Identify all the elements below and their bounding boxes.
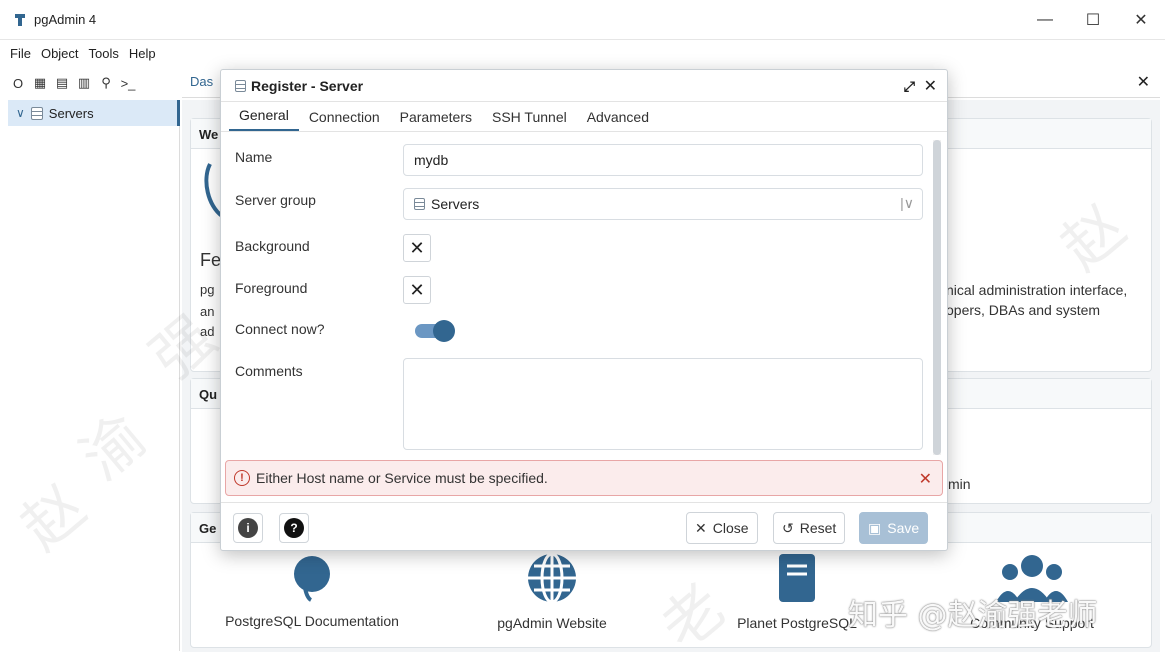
dialog-tabs: General Connection Parameters SSH Tunnel… [221, 102, 947, 132]
minimize-button[interactable]: — [1021, 0, 1069, 40]
close-window-button[interactable]: ✕ [1117, 0, 1165, 40]
server-group-value: Servers [431, 196, 480, 212]
dialog-title: Register - Server [251, 77, 364, 94]
tab-general[interactable]: General [229, 107, 299, 131]
elephant-icon [294, 556, 330, 602]
tree-item-label: Servers [48, 105, 94, 121]
menu-help[interactable]: Help [129, 46, 156, 61]
close-icon[interactable]: ✕ [924, 76, 937, 96]
query-tool-icon[interactable]: ▦ [30, 72, 50, 94]
quick-link-fragment: min [948, 476, 971, 492]
filter-rows-icon[interactable]: ▥ [74, 72, 94, 94]
tab-dashboard[interactable]: Das [190, 74, 213, 89]
menu-file[interactable]: File [10, 46, 31, 61]
feature-heading: Fe [200, 250, 222, 270]
server-group-select[interactable]: Servers |∨ [403, 188, 923, 220]
menu-tools[interactable]: Tools [89, 46, 119, 61]
menu-bar: File Object Tools Help [0, 40, 1165, 66]
error-message: Either Host name or Service must be spec… [256, 470, 548, 486]
maximize-button[interactable]: ☐ [1069, 0, 1117, 40]
link-pgadmin-website[interactable]: pgAdmin Website [462, 552, 642, 631]
info-button[interactable]: i [233, 513, 263, 543]
tree-item-servers[interactable]: ∨ Servers [8, 100, 180, 126]
title-bar: pgAdmin 4 — ☐ ✕ [0, 0, 1165, 40]
tab-ssh-tunnel[interactable]: SSH Tunnel [482, 109, 577, 131]
link-postgres-docs[interactable]: PostgreSQL Documentation [212, 552, 412, 629]
chevron-down-icon[interactable]: |∨ [900, 195, 914, 212]
connect-now-label: Connect now? [235, 321, 325, 337]
dialog-scrollbar[interactable] [933, 140, 941, 455]
tab-parameters[interactable]: Parameters [390, 109, 482, 131]
save-button[interactable]: ▣ Save [859, 512, 929, 544]
dialog-footer: i ? ✕ Close ↺ Reset ▣ Save [221, 502, 947, 550]
link-label: PostgreSQL Documentation [225, 613, 399, 629]
comments-label: Comments [235, 363, 303, 379]
dialog-header: Register - Server ⤢ ✕ [221, 70, 947, 102]
book-icon [779, 554, 815, 602]
reset-label: Reset [799, 520, 837, 536]
description-line-1: nical administration interface, [946, 282, 1128, 298]
name-label: Name [235, 149, 273, 165]
help-icon: ? [284, 518, 304, 538]
psql-tool-icon[interactable]: >_ [118, 72, 138, 94]
background-color-picker[interactable]: ✕ [403, 234, 431, 262]
servers-icon [30, 106, 43, 120]
servers-icon [414, 198, 425, 210]
help-button[interactable]: ? [279, 513, 309, 543]
link-label: pgAdmin Website [497, 615, 607, 631]
connect-now-toggle[interactable] [415, 320, 455, 342]
search-icon[interactable]: ⚲ [96, 72, 116, 94]
dismiss-error-icon[interactable]: ✕ [919, 469, 932, 489]
background-label: Background [235, 238, 310, 254]
tab-advanced[interactable]: Advanced [577, 109, 659, 131]
register-server-dialog: Register - Server ⤢ ✕ General Connection… [220, 69, 948, 551]
error-banner: ! Either Host name or Service must be sp… [225, 460, 943, 496]
reset-button[interactable]: ↺ Reset [773, 512, 846, 544]
foreground-color-picker[interactable]: ✕ [403, 276, 431, 304]
save-icon: ▣ [868, 519, 882, 536]
info-icon: i [238, 518, 258, 538]
error-icon: ! [234, 470, 250, 486]
menu-object[interactable]: Object [41, 46, 79, 61]
browser-toolbar: O ▦ ▤ ▥ ⚲ >_ [8, 68, 180, 98]
reset-icon: ↺ [782, 519, 794, 536]
body-fragment-3: ad [200, 324, 215, 339]
pgadmin-logo-icon [15, 13, 25, 26]
globe-icon [528, 552, 576, 604]
name-input[interactable]: mydb [403, 144, 923, 176]
foreground-label: Foreground [235, 280, 308, 296]
server-group-label: Server group [235, 192, 316, 208]
toggle-knob [433, 320, 455, 342]
object-explorer-label: O [12, 75, 24, 91]
chevron-down-icon[interactable]: ∨ [16, 106, 25, 120]
close-label: Close [712, 520, 749, 536]
save-label: Save [887, 520, 920, 536]
body-fragment-2: an [200, 304, 215, 319]
view-data-icon[interactable]: ▤ [52, 72, 72, 94]
close-tab-icon[interactable]: ✕ [1137, 72, 1150, 92]
scrollbar-thumb[interactable] [933, 140, 941, 455]
close-x-icon: ✕ [695, 519, 707, 536]
tab-connection[interactable]: Connection [299, 109, 390, 131]
body-fragment-1: pg [200, 282, 215, 297]
zhihu-watermark: 知乎 @赵渝强老师 [848, 598, 1098, 633]
browser-panel [8, 126, 180, 651]
server-icon [235, 79, 246, 92]
window-title: pgAdmin 4 [34, 12, 97, 27]
comments-textarea[interactable] [403, 358, 923, 450]
expand-icon[interactable]: ⤢ [904, 78, 915, 95]
description-line-2: opers, DBAs and system [946, 302, 1101, 318]
close-button[interactable]: ✕ Close [686, 512, 758, 544]
